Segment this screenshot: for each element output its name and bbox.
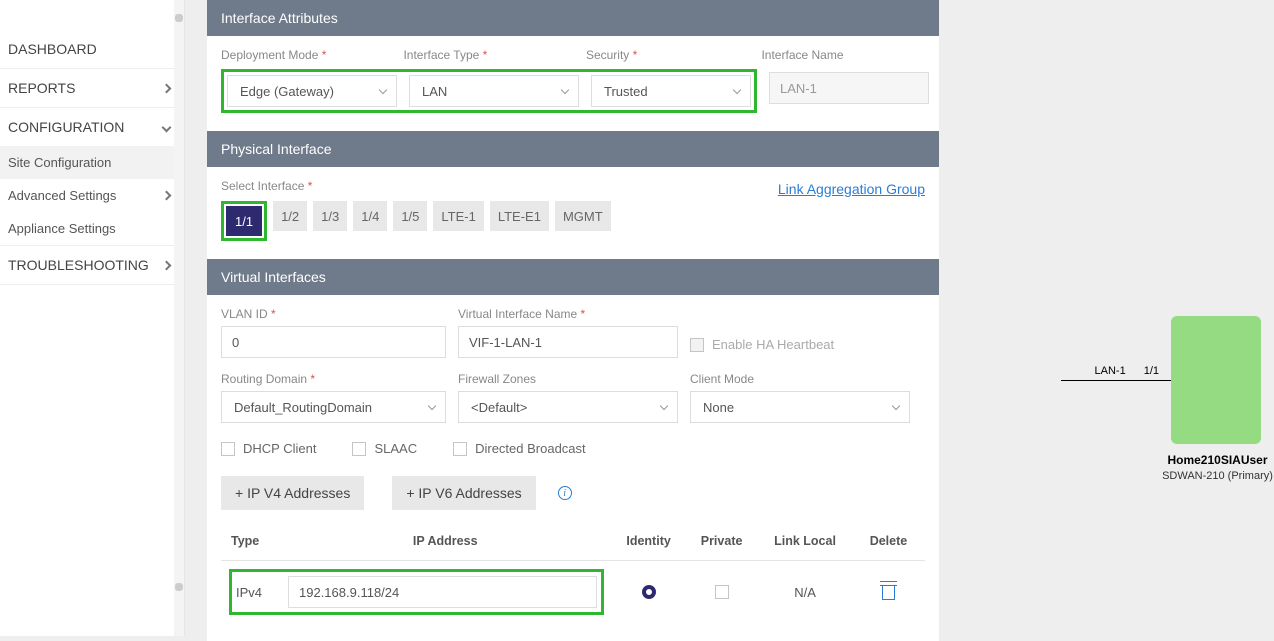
col-type: Type [221, 522, 278, 561]
input-ip-address[interactable] [288, 576, 597, 608]
pill-interface-1-1[interactable]: 1/1 [226, 206, 262, 236]
cell-type: IPv4 [236, 585, 276, 600]
label-interface-name: Interface Name [761, 48, 925, 62]
highlight-box-attrs: Edge (Gateway) LAN Trusted [221, 69, 757, 113]
input-vlan-id[interactable] [221, 326, 446, 358]
input-interface-name [769, 72, 929, 104]
pill-interface-lte-1[interactable]: LTE-1 [433, 201, 483, 231]
button-add-ipv6[interactable]: + IP V6 Addresses [392, 476, 535, 510]
checkbox-slaac[interactable]: SLAAC [352, 441, 417, 456]
chevron-down-icon [379, 86, 387, 94]
sidebar-item-advanced-settings[interactable]: Advanced Settings [0, 179, 184, 212]
highlight-box-phys: 1/1 [221, 201, 267, 241]
pill-interface-1-4[interactable]: 1/4 [353, 201, 387, 231]
device-name: Home210SIAUser [1159, 452, 1274, 469]
ip-table: Type IP Address Identity Private Link Lo… [221, 522, 925, 623]
label-vlan-id: VLAN ID [221, 307, 446, 321]
section-header-physical-interface: Physical Interface [207, 131, 939, 167]
chevron-right-icon [162, 260, 172, 270]
radio-identity[interactable] [642, 585, 656, 599]
wire-label-lan: LAN-1 [1095, 365, 1126, 377]
select-client-mode[interactable]: None [690, 391, 910, 423]
select-routing-domain[interactable]: Default_RoutingDomain [221, 391, 446, 423]
label-security: Security [586, 48, 750, 62]
chevron-down-icon [733, 86, 741, 94]
label-vif-name: Virtual Interface Name [458, 307, 678, 321]
label-deployment-mode: Deployment Mode [221, 48, 391, 62]
pill-interface-mgmt[interactable]: MGMT [555, 201, 611, 231]
label-firewall-zones: Firewall Zones [458, 372, 678, 386]
form-area: Interface Attributes Deployment Mode Int… [185, 0, 943, 636]
chevron-down-icon [162, 122, 172, 132]
sidebar-item-site-configuration[interactable]: Site Configuration [0, 146, 184, 179]
checkbox-enable-ha-heartbeat: Enable HA Heartbeat [690, 337, 834, 352]
info-icon[interactable]: i [558, 486, 572, 500]
scrollbar[interactable] [174, 0, 184, 636]
topology-device-label: Home210SIAUser SDWAN-210 (Primary) [1159, 452, 1274, 485]
link-aggregation-group[interactable]: Link Aggregation Group [778, 181, 925, 197]
table-row: IPv4 N/A [221, 561, 925, 624]
scroll-arrow-down[interactable] [175, 583, 183, 591]
pill-interface-1-3[interactable]: 1/3 [313, 201, 347, 231]
nav-troubleshooting[interactable]: TROUBLESHOOTING [0, 246, 184, 285]
topology-device[interactable] [1171, 316, 1261, 444]
chevron-down-icon [561, 86, 569, 94]
pill-interface-lte-e1[interactable]: LTE-E1 [490, 201, 549, 231]
nav-dashboard[interactable]: DASHBOARD [0, 30, 184, 69]
label-select-interface: Select Interface [221, 179, 312, 193]
nav-reports[interactable]: REPORTS [0, 69, 184, 108]
section-header-interface-attributes: Interface Attributes [207, 0, 939, 36]
pill-interface-1-2[interactable]: 1/2 [273, 201, 307, 231]
select-firewall-zones[interactable]: <Default> [458, 391, 678, 423]
topology-panel: LAN-1 1/1 Home210SIAUser SDWAN-210 (Prim… [943, 0, 1274, 636]
label-interface-type: Interface Type [403, 48, 573, 62]
chevron-right-icon [162, 83, 172, 93]
sidebar: DASHBOARD REPORTS CONFIGURATION Site Con… [0, 0, 185, 636]
chevron-down-icon [660, 402, 668, 410]
col-private: Private [685, 522, 758, 561]
col-delete: Delete [852, 522, 925, 561]
cell-link-local: N/A [758, 561, 852, 624]
checkbox-directed-broadcast[interactable]: Directed Broadcast [453, 441, 586, 456]
delete-icon[interactable] [882, 585, 895, 600]
highlight-box-ip-row: IPv4 [229, 569, 604, 615]
input-vif-name[interactable] [458, 326, 678, 358]
chevron-down-icon [428, 402, 436, 410]
col-link-local: Link Local [758, 522, 852, 561]
col-ip: IP Address [278, 522, 612, 561]
section-header-virtual-interfaces: Virtual Interfaces [207, 259, 939, 295]
col-identity: Identity [612, 522, 685, 561]
checkbox-dhcp-client[interactable]: DHCP Client [221, 441, 316, 456]
scroll-arrow-up[interactable] [175, 14, 183, 22]
select-deployment-mode[interactable]: Edge (Gateway) [227, 75, 397, 107]
sidebar-item-appliance-settings[interactable]: Appliance Settings [0, 212, 184, 246]
device-model: SDWAN-210 (Primary) [1159, 469, 1274, 485]
select-interface-type[interactable]: LAN [409, 75, 579, 107]
wire-label-port: 1/1 [1144, 365, 1159, 377]
select-security[interactable]: Trusted [591, 75, 751, 107]
label-client-mode: Client Mode [690, 372, 910, 386]
button-add-ipv4[interactable]: + IP V4 Addresses [221, 476, 364, 510]
label-routing-domain: Routing Domain [221, 372, 446, 386]
topology-wire [1061, 380, 1171, 381]
nav-configuration[interactable]: CONFIGURATION [0, 108, 184, 146]
chevron-right-icon [162, 191, 172, 201]
checkbox-private[interactable] [715, 585, 729, 599]
chevron-down-icon [892, 402, 900, 410]
pill-interface-1-5[interactable]: 1/5 [393, 201, 427, 231]
